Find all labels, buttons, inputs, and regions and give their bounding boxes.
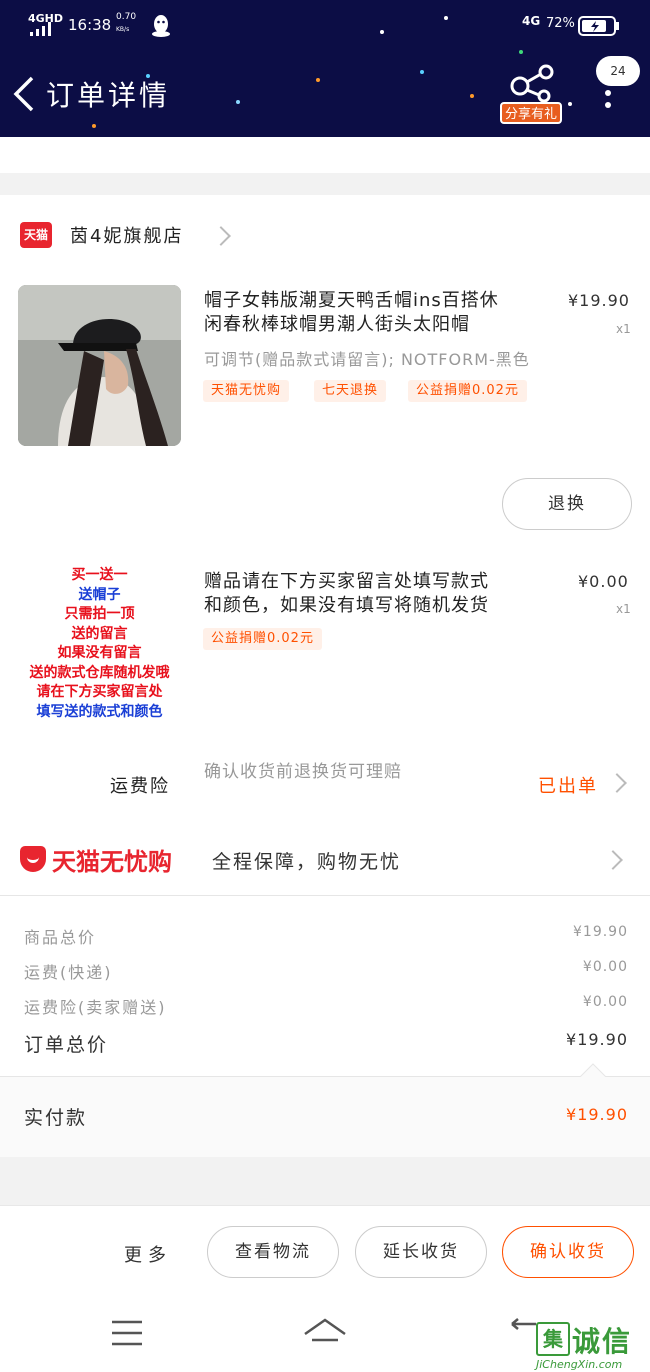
dot-icon (605, 90, 611, 96)
gift-image-text: 送的留言 (71, 625, 128, 642)
network-right: 4G (522, 14, 541, 28)
star-decoration (470, 94, 474, 98)
battery-percent: 72% (546, 16, 575, 31)
wuyou-desc: 全程保障，购物无忧 (212, 851, 402, 873)
item-sku: 可调节(赠品款式请留言); NOTFORM-黑色 (204, 350, 530, 369)
share-label: 分享有礼 (500, 102, 562, 124)
order-total-value: ¥19.90 (566, 1030, 628, 1049)
item-price: ¥19.90 (568, 291, 630, 310)
summary-label: 运费(快递) (24, 963, 113, 982)
store-row[interactable]: 天猫 茵4妮旗舰店 (0, 210, 650, 260)
gift-image-text: 如果没有留言 (57, 645, 142, 661)
paid-row: 实付款 ¥19.90 (0, 1063, 650, 1157)
chevron-right-icon (603, 850, 623, 870)
return-exchange-button[interactable]: 退换 (502, 478, 632, 530)
dot-icon (605, 102, 611, 108)
order-total-label: 订单总价 (24, 1034, 109, 1056)
gift-image-text: 填写送的款式和颜色 (36, 703, 163, 720)
more-menu-button[interactable]: 24 (596, 56, 644, 116)
item-title[interactable]: 和颜色，如果没有填写将随机发货 (204, 591, 489, 621)
shipping-insurance-desc: 确认收货前退换货可理赔 (204, 762, 402, 782)
clock: 16:38 (68, 16, 112, 34)
bottom-action-bar: 更多 查看物流 延长收货 确认收货 (0, 1205, 650, 1301)
share-button[interactable]: 分享有礼 (500, 60, 566, 126)
shipping-insurance-status[interactable]: 已出单 (538, 772, 598, 798)
summary-label: 商品总价 (24, 928, 97, 947)
caret-up-icon (580, 1063, 606, 1077)
product-photo (18, 285, 181, 446)
share-icon (510, 64, 554, 102)
store-name: 茵4妮旗舰店 (70, 226, 184, 247)
home-icon[interactable] (302, 1316, 348, 1348)
shipping-insurance-label: 运费险 (110, 776, 170, 797)
summary-value: ¥19.90 (573, 924, 628, 940)
summary-label: 运费险(卖家赠送) (24, 998, 167, 1017)
gift-image-text: 送帽子 (78, 586, 121, 603)
qq-icon (152, 15, 170, 37)
menu-icon[interactable] (110, 1318, 144, 1348)
item-qty: x1 (616, 602, 631, 616)
tag-charity: 公益捐赠0.02元 (408, 380, 527, 402)
star-decoration (92, 124, 96, 128)
item-qty: x1 (616, 322, 631, 336)
star-decoration (568, 102, 572, 106)
status-bar: 4GHD 16:38 0.70 KB/s 4G 72% (0, 0, 650, 48)
star-decoration (316, 78, 320, 82)
view-logistics-button[interactable]: 查看物流 (207, 1226, 339, 1278)
tmall-badge: 天猫 (20, 222, 52, 248)
item-title[interactable]: 闲春秋棒球帽男潮人街头太阳帽 (204, 310, 470, 340)
header: 4GHD 16:38 0.70 KB/s 4G 72% 订单详情 分享有礼 24 (0, 0, 650, 137)
back-button[interactable] (8, 72, 42, 116)
tag-wuyou: 天猫无忧购 (203, 380, 290, 402)
watermark-logo: 集 (536, 1322, 570, 1356)
star-decoration (519, 50, 523, 54)
wuyou-guarantee-row[interactable]: 天猫无忧购 全程保障，购物无忧 (0, 825, 650, 893)
partial-address-row (0, 137, 650, 173)
gift-image[interactable]: 买一送一 送帽子 只需拍一顶 送的留言 如果没有留言 送的款式仓库随机发哦 请在… (18, 560, 181, 725)
extend-receipt-button[interactable]: 延长收货 (355, 1226, 487, 1278)
tag-seven-day-return: 七天退换 (314, 380, 387, 402)
gift-image-text: 送的款式仓库随机发哦 (29, 664, 170, 681)
more-button[interactable]: 更多 (124, 1241, 172, 1267)
item-price: ¥0.00 (578, 572, 629, 591)
watermark: 集 诚信 JiChengXin.com (530, 1318, 650, 1372)
chevron-right-icon (211, 226, 231, 246)
summary-value: ¥0.00 (582, 994, 628, 1010)
summary-value: ¥0.00 (582, 959, 628, 975)
gift-image-text: 买一送一 (71, 567, 128, 583)
battery-icon (578, 16, 619, 36)
signal-icon (30, 22, 51, 36)
paid-label: 实付款 (24, 1107, 88, 1129)
gift-image-text: 请在下方买家留言处 (36, 684, 163, 700)
net-speed-unit: KB/s (116, 26, 130, 33)
divider (0, 173, 650, 195)
paid-value: ¥19.90 (566, 1105, 628, 1124)
gift-image-text: 只需拍一顶 (64, 606, 135, 622)
page-title: 订单详情 (46, 79, 171, 112)
shield-icon (20, 846, 46, 872)
chevron-left-icon (13, 76, 34, 112)
star-decoration (236, 100, 240, 104)
product-image[interactable] (18, 285, 181, 446)
wuyou-logo-text: 天猫无忧购 (52, 847, 172, 876)
net-speed: 0.70 (116, 12, 137, 22)
watermark-url: JiChengXin.com (536, 1358, 623, 1371)
tmall-wuyou-logo: 天猫无忧购 (20, 842, 172, 876)
confirm-receipt-button[interactable]: 确认收货 (502, 1226, 634, 1278)
star-decoration (420, 70, 424, 74)
watermark-brand: 诚信 (572, 1325, 633, 1358)
message-badge: 24 (596, 56, 640, 86)
tag-charity: 公益捐赠0.02元 (203, 628, 322, 650)
